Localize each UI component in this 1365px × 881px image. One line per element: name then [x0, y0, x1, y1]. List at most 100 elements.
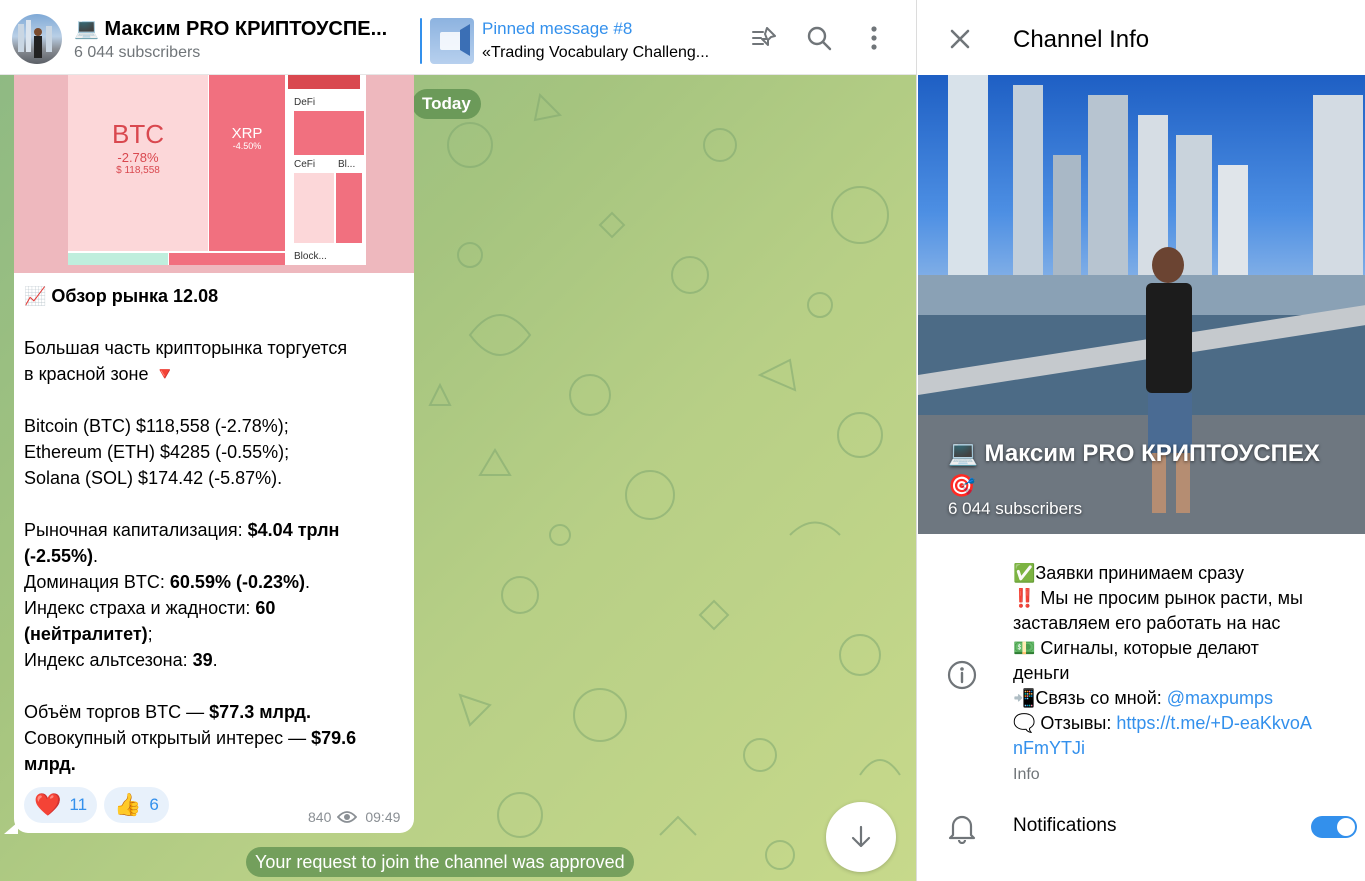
reviews-line: 🗨️ Отзывы: https://t.me/+D-eaKkvoA	[1013, 711, 1353, 736]
reviews-link-continued[interactable]: nFmYTJi	[1013, 738, 1085, 758]
pinned-message-title[interactable]: Pinned message #8	[482, 19, 632, 39]
market-cap-change: (-2.55%)	[24, 546, 94, 566]
heatmap-xrp-cell: XRP -4.50%	[209, 75, 285, 251]
search-button[interactable]	[803, 22, 835, 54]
pin-list-icon	[752, 27, 776, 46]
heatmap-btc-change: -2.78%	[117, 150, 159, 165]
search-icon	[807, 26, 832, 51]
post-line	[24, 491, 409, 517]
market-cap-end: .	[93, 546, 99, 566]
heatmap-xrp-change: -4.50%	[232, 141, 262, 151]
pinned-indicator	[420, 18, 422, 64]
market-cap-value: $4.04 трлн	[247, 520, 340, 540]
altseason-prefix: Индекс альтсезона:	[24, 650, 193, 670]
toggle-knob	[1337, 818, 1355, 836]
more-vertical-icon	[871, 26, 877, 50]
open-interest-value: $79.6	[311, 728, 357, 748]
post-spacer	[24, 673, 409, 699]
description-line: ✅Заявки принимаем сразу	[1013, 563, 1244, 583]
thumbs-up-icon: 👍	[114, 792, 142, 817]
post-time: 09:49	[365, 809, 401, 825]
reaction-count: 6	[149, 795, 159, 814]
cover-channel-name: 💻 Максим PRO КРИПТОУСПЕХ	[948, 440, 1320, 467]
reviews-line-2: nFmYTJi	[1013, 736, 1353, 761]
info-icon	[947, 660, 977, 690]
post-meta: 840 09:49	[308, 809, 400, 825]
fear-greed-label-line: (нейтралитет);	[24, 621, 409, 647]
description-line: деньги	[1013, 663, 1070, 683]
heatmap-canvas: BTC -2.78% $ 118,558 XRP -4.50% DeFi CeF…	[68, 75, 366, 265]
chat-header: 💻 Максим PRO КРИПТОУСПЕ... 6 044 subscri…	[0, 0, 916, 75]
view-count: 840	[308, 809, 332, 825]
heatmap-defi-label: DeFi	[294, 97, 316, 108]
description-line: ‼️ Мы не просим рынок расти, мы	[1013, 588, 1303, 608]
scroll-to-bottom-button[interactable]	[826, 802, 896, 872]
fear-greed-prefix: Индекс страха и жадности:	[24, 598, 256, 618]
volume-value: $77.3 млрд.	[209, 702, 311, 722]
contact-line: 📲Связь со мной: @maxpumps	[1013, 686, 1353, 711]
heatmap-red-cell	[169, 253, 285, 265]
heatmap-bl-label: Bl...	[338, 159, 356, 170]
notifications-label[interactable]: Notifications	[1013, 815, 1117, 837]
channel-cover-photo[interactable]: 💻 Максим PRO КРИПТОУСПЕХ 🎯 6 044 subscri…	[918, 75, 1365, 534]
eye-icon	[337, 811, 358, 823]
reviews-link[interactable]: https://t.me/+D-eaKkvoA	[1116, 713, 1312, 733]
post-image-heatmap[interactable]: BTC -2.78% $ 118,558 XRP -4.50% DeFi CeF…	[14, 75, 414, 273]
dominance-line: Доминация BTC: 60.59% (-0.23%).	[24, 569, 409, 595]
heatmap-block-label: Block...	[294, 251, 327, 262]
heatmap-xrp-label: XRP	[231, 125, 263, 142]
altseason-value: 39	[192, 650, 213, 670]
market-cap-line: Рыночная капитализация: $4.04 трлн	[24, 517, 409, 543]
more-options-button[interactable]	[858, 22, 890, 54]
chat-column: Today BTC -2.78% $ 118,558 XRP -4.50% De…	[0, 0, 916, 881]
post-line: в красной зоне 🔻	[24, 364, 176, 384]
post-line	[24, 309, 409, 335]
heatmap-btc-price: $ 118,558	[116, 165, 160, 176]
pinned-list-button[interactable]	[748, 22, 780, 54]
reaction-heart[interactable]: ❤️ 11	[24, 787, 98, 823]
heatmap-top-cells	[288, 75, 360, 89]
description-line: заставляем его работать на нас	[1013, 613, 1281, 633]
avatar-image	[18, 20, 52, 58]
market-cap-prefix: Рыночная капитализация:	[24, 520, 248, 540]
cover-subscriber-count: 6 044 subscribers	[948, 499, 1083, 518]
heatmap-defi-cells	[294, 111, 364, 155]
heatmap-btc-cell: BTC -2.78% $ 118,558	[68, 75, 208, 251]
panel-header: Channel Info	[917, 0, 1365, 75]
subscriber-count: 6 044 subscribers	[74, 44, 201, 61]
heatmap-btc-label: BTC	[112, 119, 164, 149]
heatmap-cefi-cells	[294, 173, 334, 243]
description-line: 💵 Сигналы, которые делают	[1013, 638, 1259, 658]
channel-avatar[interactable]	[12, 14, 62, 64]
close-icon[interactable]	[945, 24, 975, 54]
service-message: Your request to join the channel was app…	[246, 847, 634, 877]
channel-description: ✅Заявки принимаем сразу ‼️ Мы не просим …	[1013, 561, 1353, 761]
reaction-thumbs-up[interactable]: 👍 6	[104, 787, 169, 823]
channel-title[interactable]: 💻 Максим PRO КРИПТОУСПЕ...	[74, 16, 387, 41]
open-interest-unit: млрд.	[24, 754, 76, 774]
contact-link[interactable]: @maxpumps	[1167, 688, 1273, 708]
pinned-message-preview[interactable]: «Trading Vocabulary Challeng...	[482, 44, 727, 62]
info-caption: Info	[1013, 766, 1040, 783]
altseason-line: Индекс альтсезона: 39.	[24, 647, 409, 673]
arrow-down-icon	[851, 825, 871, 848]
channel-info-panel: Channel Info 💻 Максим PRO КРИПТОУСПЕХ 🎯 …	[916, 0, 1365, 881]
heatmap-cefi-label: CeFi	[294, 159, 316, 170]
post-line: 📈 Обзор рынка 12.08	[24, 286, 219, 306]
reviews-prefix: 🗨️ Отзывы:	[1013, 713, 1117, 733]
dominance-value: 60.59% (-0.23%)	[169, 572, 305, 592]
channel-post[interactable]: BTC -2.78% $ 118,558 XRP -4.50% DeFi CeF…	[14, 75, 414, 833]
date-separator: Today	[412, 89, 481, 119]
notifications-toggle[interactable]	[1311, 816, 1357, 838]
fear-greed-value: 60	[255, 598, 276, 618]
open-interest-line: Совокупный открытый интерес — $79.6	[24, 725, 409, 751]
open-interest-prefix: Совокупный открытый интерес —	[24, 728, 312, 748]
fear-greed-end: ;	[147, 624, 153, 644]
market-cap-change-line: (-2.55%).	[24, 543, 409, 569]
heart-icon: ❤️	[34, 792, 62, 817]
altseason-end: .	[212, 650, 218, 670]
open-interest-line-2: млрд.	[24, 751, 409, 777]
post-line: Solana (SOL) $174.42 (-5.87%).	[24, 468, 283, 488]
pinned-thumbnail[interactable]	[430, 18, 474, 64]
post-line: Большая часть крипторынка торгуется	[24, 338, 348, 358]
